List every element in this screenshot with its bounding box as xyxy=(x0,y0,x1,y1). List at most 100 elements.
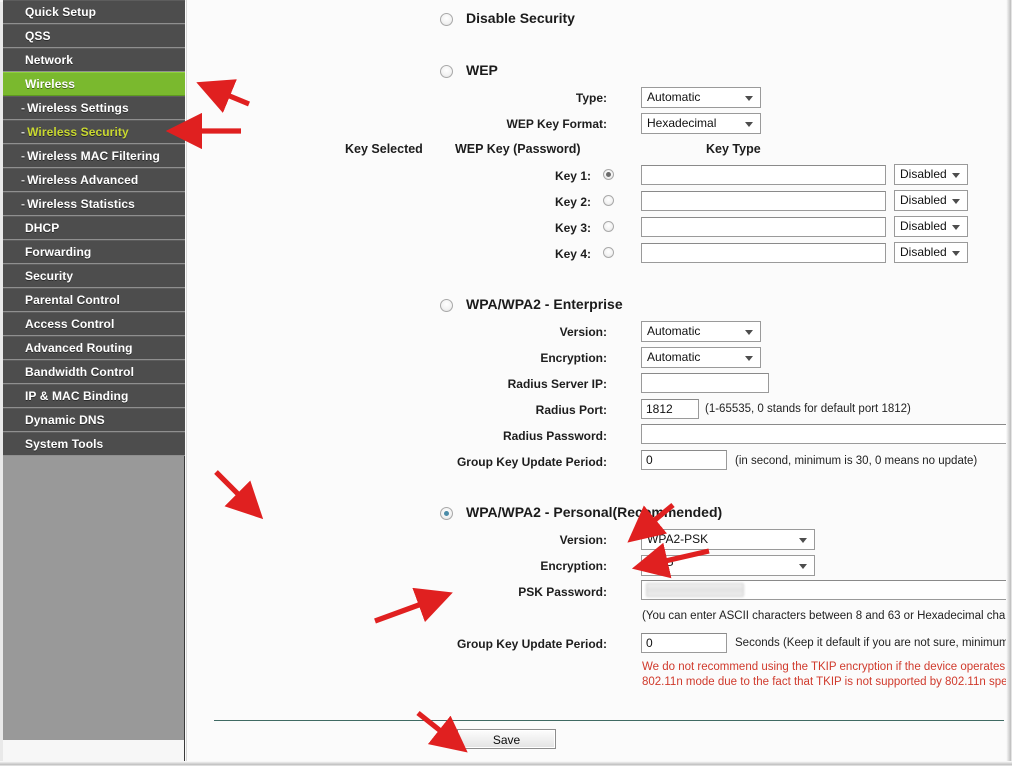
select-wep-key-type-value: Disabled xyxy=(900,219,947,233)
sidebar-item-forwarding[interactable]: Forwarding xyxy=(3,240,185,264)
sidebar-item-wireless-security[interactable]: - Wireless Security xyxy=(3,120,185,144)
chevron-down-icon xyxy=(745,355,753,361)
column-header-key-type: Key Type xyxy=(706,142,761,156)
input-wep-key-2[interactable] xyxy=(641,191,886,211)
sub-item-dash: - xyxy=(21,149,26,163)
sidebar-item-wireless-mac-filtering[interactable]: - Wireless MAC Filtering xyxy=(3,144,185,168)
radio-wep-key-3[interactable] xyxy=(603,221,614,232)
select-enterprise-version[interactable]: Automatic xyxy=(641,321,761,342)
select-wep-key-format[interactable]: Hexadecimal xyxy=(641,113,761,134)
input-radius-password[interactable] xyxy=(641,424,1012,444)
radio-wpa-enterprise[interactable] xyxy=(440,299,453,312)
sidebar-item-quick-setup[interactable]: Quick Setup xyxy=(3,0,185,24)
sidebar-item-label: System Tools xyxy=(25,437,104,451)
sidebar-menu-list: Quick Setup QSS Network Wireless - Wireless S… xyxy=(3,0,185,456)
sidebar-item-qss[interactable]: QSS xyxy=(3,24,185,48)
select-wep-type-value: Automatic xyxy=(647,90,701,104)
input-wep-key-1[interactable] xyxy=(641,165,886,185)
select-wep-key-type-value: Disabled xyxy=(900,245,947,259)
column-header-key-selected: Key Selected xyxy=(345,142,423,156)
heading-wep: WEP xyxy=(466,62,498,78)
label-radius-port: Radius Port: xyxy=(535,403,607,417)
radio-wep-key-1[interactable] xyxy=(603,169,614,180)
sidebar-item-dynamic-dns[interactable]: Dynamic DNS xyxy=(3,408,185,432)
select-wep-key-type-2[interactable]: Disabled xyxy=(894,190,968,211)
window-bottom-edge xyxy=(0,761,1012,766)
select-personal-encryption[interactable]: TKIP xyxy=(641,555,815,576)
radio-wep[interactable] xyxy=(440,65,453,78)
sidebar-item-label: IP & MAC Binding xyxy=(25,389,129,403)
sidebar-item-parental-control[interactable]: Parental Control xyxy=(3,288,185,312)
router-admin-page: Quick Setup QSS Network Wireless - Wireless S… xyxy=(0,0,1012,766)
label-wep-key-2: Key 2: xyxy=(554,195,591,209)
input-radius-server-ip[interactable] xyxy=(641,373,769,393)
label-personal-version: Version: xyxy=(559,533,607,547)
select-wep-key-type-1[interactable]: Disabled xyxy=(894,164,968,185)
input-enterprise-group-key-period[interactable] xyxy=(641,450,727,470)
sidebar-item-label: QSS xyxy=(25,29,51,43)
window-right-edge xyxy=(1006,0,1012,766)
sidebar-item-label: DHCP xyxy=(25,221,60,235)
sidebar-item-label: Quick Setup xyxy=(25,5,97,19)
chevron-down-icon xyxy=(952,172,960,178)
sidebar-item-access-control[interactable]: Access Control xyxy=(3,312,185,336)
label-personal-group-key-period: Group Key Update Period: xyxy=(456,637,607,651)
heading-wpa-personal: WPA/WPA2 - Personal(Recommended) xyxy=(466,504,723,520)
label-enterprise-group-key-period: Group Key Update Period: xyxy=(456,455,607,469)
label-wep-key-4: Key 4: xyxy=(554,247,591,261)
sidebar-item-wireless-statistics[interactable]: - Wireless Statistics xyxy=(3,192,185,216)
hint-enterprise-group-key-period: (in second, minimum is 30, 0 means no up… xyxy=(735,455,978,467)
chevron-down-icon xyxy=(799,563,807,569)
sidebar-item-label: Wireless Settings xyxy=(27,101,129,115)
sidebar-item-wireless[interactable]: Wireless xyxy=(3,72,185,96)
input-radius-port[interactable] xyxy=(641,399,699,419)
select-wep-type[interactable]: Automatic xyxy=(641,87,761,108)
sidebar-item-ip-mac-binding[interactable]: IP & MAC Binding xyxy=(3,384,185,408)
heading-disable-security: Disable Security xyxy=(466,10,575,26)
sidebar-item-dhcp[interactable]: DHCP xyxy=(3,216,185,240)
chevron-down-icon xyxy=(952,198,960,204)
chevron-down-icon xyxy=(745,329,753,335)
sidebar-item-label: Security xyxy=(25,269,74,283)
radio-wep-key-4[interactable] xyxy=(603,247,614,258)
heading-wpa-enterprise: WPA/WPA2 - Enterprise xyxy=(466,296,623,312)
radio-disable-security[interactable] xyxy=(440,13,453,26)
sidebar-item-label: Wireless xyxy=(25,77,76,91)
sidebar-item-bandwidth-control[interactable]: Bandwidth Control xyxy=(3,360,185,384)
radio-wpa-personal[interactable] xyxy=(440,507,453,520)
label-radius-password: Radius Password: xyxy=(502,429,607,443)
sidebar-item-network[interactable]: Network xyxy=(3,48,185,72)
select-enterprise-encryption-value: Automatic xyxy=(647,350,701,364)
label-radius-server-ip: Radius Server IP: xyxy=(507,377,607,391)
select-personal-encryption-value: TKIP xyxy=(647,558,674,572)
chevron-down-icon xyxy=(952,250,960,256)
chevron-down-icon xyxy=(745,95,753,101)
sidebar-item-label: Wireless Security xyxy=(27,125,129,139)
sidebar-item-security[interactable]: Security xyxy=(3,264,185,288)
select-wep-key-type-value: Disabled xyxy=(900,167,947,181)
select-wep-key-type-4[interactable]: Disabled xyxy=(894,242,968,263)
sub-item-dash: - xyxy=(21,197,26,211)
radio-wep-key-2[interactable] xyxy=(603,195,614,206)
wireless-security-form: Disable Security WEP Type: Automatic WEP… xyxy=(186,0,1012,766)
select-wep-key-type-3[interactable]: Disabled xyxy=(894,216,968,237)
sidebar-item-wireless-settings[interactable]: - Wireless Settings xyxy=(3,96,185,120)
hint-personal-group-key-period: Seconds (Keep it default if you are not … xyxy=(735,637,1012,649)
sidebar-item-advanced-routing[interactable]: Advanced Routing xyxy=(3,336,185,360)
select-personal-version[interactable]: WPA2-PSK xyxy=(641,529,815,550)
warning-tkip-line2: 802.11n mode due to the fact that TKIP i… xyxy=(642,676,1012,688)
chevron-down-icon xyxy=(745,121,753,127)
sidebar-item-system-tools[interactable]: System Tools xyxy=(3,432,185,456)
input-wep-key-3[interactable] xyxy=(641,217,886,237)
input-personal-group-key-period[interactable] xyxy=(641,633,727,653)
input-wep-key-4[interactable] xyxy=(641,243,886,263)
sidebar-item-label: Wireless Statistics xyxy=(27,197,135,211)
select-wep-key-type-value: Disabled xyxy=(900,193,947,207)
sub-item-dash: - xyxy=(21,173,26,187)
sidebar-item-wireless-advanced[interactable]: - Wireless Advanced xyxy=(3,168,185,192)
sidebar-item-label: Access Control xyxy=(25,317,115,331)
save-button[interactable]: Save xyxy=(457,729,556,749)
select-enterprise-encryption[interactable]: Automatic xyxy=(641,347,761,368)
sidebar-item-label: Advanced Routing xyxy=(25,341,133,355)
psk-password-redaction xyxy=(646,583,744,597)
